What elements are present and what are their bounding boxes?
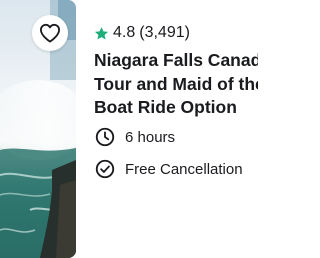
wishlist-button[interactable] [32,15,68,51]
cancellation-label: Free Cancellation [125,160,243,178]
star-icon [94,26,109,41]
activity-title[interactable]: Niagara Falls Canadi Tour and Maid of th… [94,49,258,120]
rating: 4.8 (3,491) [94,24,190,42]
review-count: (3,491) [139,24,190,41]
title-line: Boat Ride Option [94,97,237,117]
cancellation-feature: Free Cancellation [94,158,243,180]
rating-score: 4.8 [113,24,136,41]
title-line: Tour and Maid of the [94,73,258,94]
duration-feature: 6 hours [94,126,175,148]
activity-card[interactable]: 4.8 (3,491) Niagara Falls Canadi Tour an… [0,0,258,258]
clock-icon [94,126,116,148]
heart-outline-icon [40,23,60,43]
title-line: Niagara Falls Canadi [94,50,258,70]
check-circle-icon [94,158,116,180]
card-content: 4.8 (3,491) Niagara Falls Canadi Tour an… [94,0,258,258]
duration-label: 6 hours [125,128,176,146]
